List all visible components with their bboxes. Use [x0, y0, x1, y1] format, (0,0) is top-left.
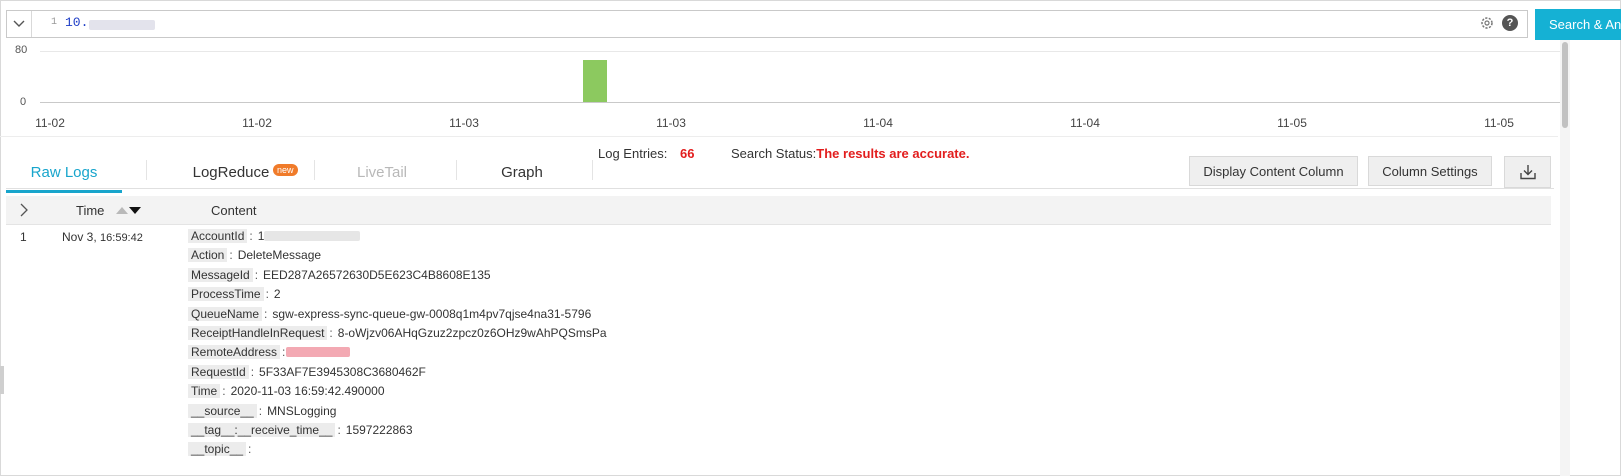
log-field-separator: :: [329, 326, 333, 340]
row-time[interactable]: Nov 3, 16:59:42: [62, 230, 143, 244]
log-field: __source__: MNSLogging: [188, 402, 336, 420]
download-icon: [1519, 165, 1536, 180]
log-field-key[interactable]: AccountId: [188, 229, 248, 243]
settings-icon[interactable]: [1479, 15, 1495, 31]
log-field-key[interactable]: ProcessTime: [188, 287, 264, 302]
log-field: RemoteAddress:: [188, 343, 350, 361]
resize-handle[interactable]: [0, 366, 4, 394]
query-line-number: 1: [51, 17, 58, 28]
log-field-key[interactable]: Action: [188, 248, 228, 263]
tabs-underline: [6, 188, 1554, 189]
x-tick-label: 11-03: [449, 116, 479, 130]
redacted-account-id: [264, 231, 360, 241]
chevron-down-icon: [13, 20, 25, 27]
log-field-value[interactable]: DeleteMessage: [238, 248, 321, 262]
query-editor[interactable]: 1 10. ?: [6, 10, 1528, 38]
row-time-clock: 16:59:42: [100, 232, 143, 244]
tab-livetail[interactable]: LiveTail: [342, 164, 422, 190]
log-field: QueueName: sgw-express-sync-queue-gw-0008…: [188, 305, 591, 323]
tab-separator: [456, 160, 457, 180]
summary-divider: [0, 136, 1558, 137]
log-field-separator: :: [250, 364, 255, 379]
log-field-separator: :: [337, 423, 341, 437]
new-badge: new: [273, 164, 298, 176]
sort-arrows-icon[interactable]: [116, 204, 142, 218]
x-tick-label: 11-03: [656, 116, 686, 130]
row-index: 1: [20, 230, 27, 244]
log-field-value[interactable]: 2: [274, 287, 281, 301]
log-field-value[interactable]: 2020-11-03 16:59:42.490000: [231, 384, 385, 398]
log-field-key[interactable]: __source__: [188, 403, 257, 418]
search-and-analyze-button[interactable]: Search & Analyze: [1535, 9, 1621, 40]
log-field: __tag__:__receive_time__:1597222863: [188, 421, 413, 439]
log-field: MessageId: EED287A26572630D5E623C4B8608E1…: [188, 266, 491, 284]
scrollbar-thumb[interactable]: [1562, 42, 1568, 128]
tab-graph[interactable]: Graph: [482, 164, 562, 190]
log-table-header: Time Content: [6, 196, 1551, 225]
log-field: __topic__:: [188, 440, 256, 458]
log-field: ReceiptHandleInRequest:8-oWjzv06AHqGzuz2…: [188, 324, 607, 342]
log-field-key[interactable]: Time: [188, 384, 221, 399]
log-field-key[interactable]: __topic__: [188, 442, 247, 457]
y-tick-label: 80: [15, 44, 28, 56]
log-field: AccountId:1: [188, 227, 360, 245]
log-field: Action: DeleteMessage: [188, 246, 321, 264]
log-field-separator: :: [254, 267, 259, 282]
x-tick-label: 11-04: [863, 116, 893, 130]
log-field-key[interactable]: MessageId: [188, 267, 253, 282]
log-field-separator: :: [249, 229, 253, 243]
log-field-value[interactable]: EED287A26572630D5E623C4B8608E135: [263, 268, 491, 282]
x-tick-label: 11-02: [35, 116, 65, 130]
log-field-key[interactable]: __tag__:__receive_time__: [188, 423, 336, 437]
column-header-content: Content: [211, 203, 257, 218]
log-field-separator: :: [222, 384, 226, 399]
tab-separator: [314, 160, 315, 180]
log-field-value[interactable]: MNSLogging: [267, 404, 336, 418]
log-field-separator: :: [265, 287, 269, 302]
x-tick-label: 11-04: [1070, 116, 1100, 130]
query-text[interactable]: 10.: [65, 15, 88, 30]
log-field-key[interactable]: QueueName: [188, 306, 263, 321]
x-tick-label: 11-02: [242, 116, 272, 130]
row-time-date: Nov 3,: [62, 230, 97, 244]
collapse-toggle[interactable]: [7, 11, 32, 37]
log-field-separator: :: [258, 403, 263, 418]
grid-line: [40, 51, 1568, 52]
download-button[interactable]: [1504, 156, 1551, 188]
log-field: Time:2020-11-03 16:59:42.490000: [188, 382, 385, 400]
tab-logreduce[interactable]: LogReduce: [181, 164, 281, 190]
column-settings-button[interactable]: Column Settings: [1368, 156, 1492, 186]
log-field-separator: :: [229, 248, 233, 263]
log-field-separator: :: [264, 306, 268, 321]
log-field-value[interactable]: sgw-express-sync-queue-gw-0008q1m4pv7qjs…: [272, 307, 591, 321]
log-field-separator: :: [282, 345, 286, 360]
log-field-value[interactable]: 5F33AF7E3945308C3680462F: [259, 365, 426, 379]
log-field: ProcessTime:2: [188, 285, 281, 303]
column-header-time[interactable]: Time: [76, 203, 104, 218]
x-tick-label: 11-05: [1484, 116, 1514, 130]
help-icon[interactable]: ?: [1502, 15, 1518, 31]
x-tick-label: 11-05: [1277, 116, 1307, 130]
log-field-key[interactable]: RequestId: [188, 364, 249, 379]
log-field-value[interactable]: 8-oWjzv06AHqGzuz2zpcz0z6OHz9wAhPQSmsPa: [338, 326, 607, 340]
log-field: RequestId:5F33AF7E3945308C3680462F: [188, 363, 426, 381]
log-field-key[interactable]: RemoteAddress: [188, 345, 281, 360]
expand-all-icon[interactable]: [16, 202, 32, 218]
x-axis-line: [40, 102, 1568, 103]
redacted-remote-address: [286, 347, 350, 358]
histogram-bar[interactable]: [583, 59, 607, 102]
y-tick-label: 0: [20, 96, 27, 108]
tab-separator: [592, 160, 593, 180]
redacted-query-ip: [89, 20, 155, 30]
log-field-key[interactable]: ReceiptHandleInRequest: [188, 326, 328, 340]
log-field-separator: :: [248, 442, 252, 457]
display-content-column-button[interactable]: Display Content Column: [1189, 156, 1358, 186]
log-field-value[interactable]: 1597222863: [346, 423, 413, 437]
tab-separator: [146, 160, 147, 180]
